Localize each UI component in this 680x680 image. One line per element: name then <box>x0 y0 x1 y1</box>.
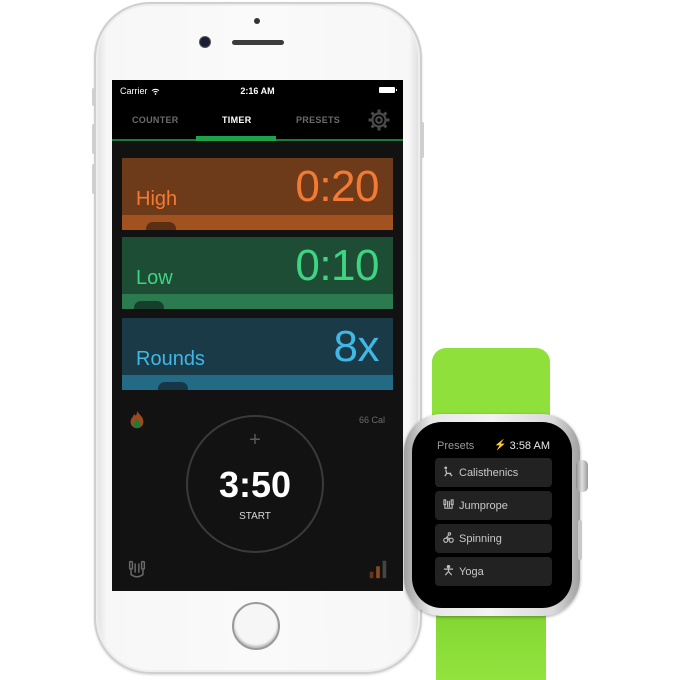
volume-down-button <box>92 164 95 194</box>
plus-icon[interactable]: + <box>188 429 322 452</box>
status-time: 2:16 AM <box>240 86 275 96</box>
tab-presets[interactable]: PRESETS <box>296 115 340 125</box>
interval-label: Rounds <box>136 348 205 370</box>
interval-slider-handle[interactable] <box>134 301 164 309</box>
watch-time: 3:58 AM <box>509 440 550 452</box>
preset-item-yoga[interactable]: Yoga <box>435 557 552 586</box>
charging-bolt-icon: ⚡ <box>494 440 507 451</box>
tab-counter[interactable]: COUNTER <box>132 115 179 125</box>
digital-crown[interactable] <box>576 460 588 492</box>
spinning-icon <box>440 531 456 546</box>
power-button <box>421 122 424 158</box>
interval-card-low[interactable]: Low 0:10 <box>122 237 393 309</box>
preset-item-spinning[interactable]: Spinning <box>435 524 552 553</box>
calories-label: 66 Cal <box>358 415 385 425</box>
stats-icon[interactable] <box>367 558 389 580</box>
preset-label: Jumprope <box>459 499 508 512</box>
interval-slider-handle[interactable] <box>158 382 188 390</box>
volume-up-button <box>92 124 95 154</box>
phone-screen: Carrier 2:16 AM COUNTER TIMER PRESETS Hi… <box>112 80 403 591</box>
calisthenics-icon <box>440 465 456 480</box>
battery-icon <box>379 87 397 93</box>
interval-value: 0:10 <box>295 241 379 290</box>
interval-slider-handle[interactable] <box>146 222 176 230</box>
interval-label: High <box>136 188 178 210</box>
interval-value: 0:20 <box>295 162 379 211</box>
front-camera <box>200 37 210 47</box>
preset-label: Spinning <box>459 532 502 545</box>
watch-title: Presets <box>437 440 475 452</box>
tab-timer[interactable]: TIMER <box>222 115 252 125</box>
watch-screen: Presets ⚡ 3:58 AM Calisthenics Jumprope … <box>412 422 572 608</box>
interval-value: 8x <box>333 322 380 371</box>
preset-item-calisthenics[interactable]: Calisthenics <box>435 458 552 487</box>
start-timer-button[interactable]: + 3:50 START <box>186 415 324 553</box>
yoga-icon <box>440 564 456 579</box>
interval-card-high[interactable]: High 0:20 <box>122 158 393 230</box>
proximity-sensor <box>254 18 260 24</box>
tab-bar: COUNTER TIMER PRESETS <box>112 102 403 141</box>
active-tab-indicator <box>196 136 276 141</box>
interval-label: Low <box>136 267 173 289</box>
home-button[interactable] <box>232 602 280 650</box>
preset-item-jumprope[interactable]: Jumprope <box>435 491 552 520</box>
interval-card-rounds[interactable]: Rounds 8x <box>122 318 393 390</box>
gear-icon[interactable] <box>367 108 391 132</box>
total-time: 3:50 <box>218 464 292 505</box>
watch-side-button[interactable] <box>578 520 582 560</box>
jumprope-icon[interactable] <box>126 558 148 580</box>
status-bar: Carrier 2:16 AM <box>112 80 403 102</box>
preset-label: Yoga <box>459 565 484 578</box>
mute-switch <box>92 88 95 106</box>
start-label: START <box>239 511 271 522</box>
preset-label: Calisthenics <box>459 466 519 479</box>
jumprope-icon <box>440 498 456 513</box>
earpiece-speaker <box>232 40 284 45</box>
flame-icon <box>130 410 144 429</box>
